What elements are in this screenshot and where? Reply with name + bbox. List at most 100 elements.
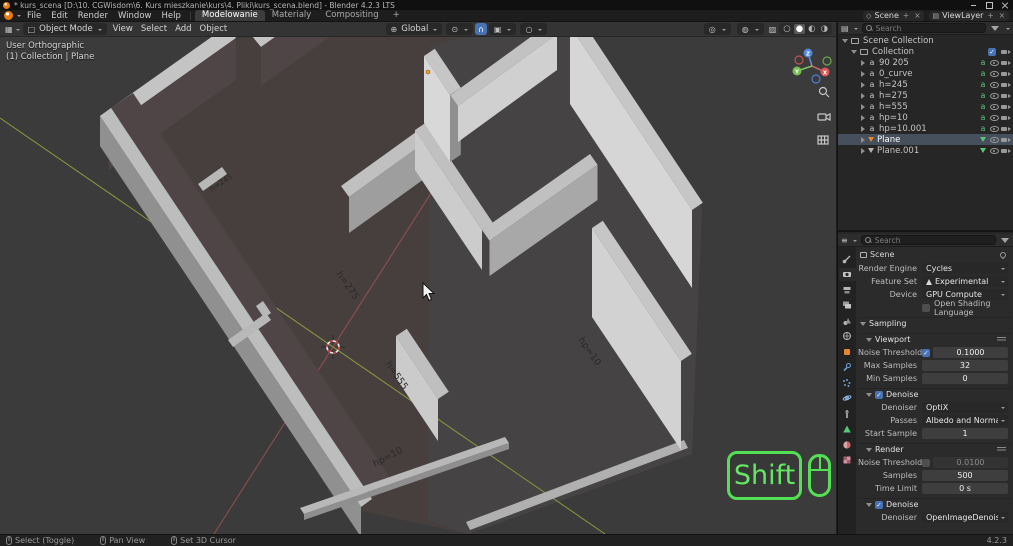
outliner-item-row[interactable]: hp=10 (838, 112, 1013, 123)
camera-render-icon[interactable] (1000, 136, 1011, 144)
tab-view-layer[interactable] (839, 299, 856, 312)
collection-label[interactable]: Collection (872, 47, 988, 57)
camera-render-icon[interactable] (1000, 147, 1011, 155)
object-name[interactable]: 90 205 (879, 58, 977, 68)
menu-window[interactable]: Window (113, 11, 157, 21)
properties-search-input[interactable]: Search (860, 235, 996, 245)
scene-collection-label[interactable]: Scene Collection (863, 36, 1011, 46)
render-noise-threshold-field[interactable]: 0.0100 (933, 457, 1008, 468)
blender-menu-icon[interactable] (4, 11, 13, 20)
object-menu[interactable]: Object (196, 24, 232, 34)
expand-arrow-icon[interactable] (861, 81, 865, 88)
max-samples-field[interactable]: 32 (922, 360, 1008, 371)
outliner-item-row[interactable]: 90 205 (838, 57, 1013, 68)
outliner-item-row[interactable]: h=555 (838, 101, 1013, 112)
viewport-denoise-checkbox[interactable] (875, 390, 883, 399)
menu-render[interactable]: Render (73, 11, 113, 21)
outliner-item-row-active[interactable]: Plane (838, 134, 1013, 145)
outliner-item-row[interactable]: hp=10.001 (838, 123, 1013, 134)
viewport-denoise-header[interactable]: Denoise (858, 388, 1011, 400)
properties-editor-icon[interactable]: ≡ (841, 236, 848, 245)
gizmo-neg-z[interactable] (811, 74, 821, 84)
camera-render-icon[interactable] (1000, 81, 1011, 89)
outliner-item-row[interactable]: h=275 (838, 90, 1013, 101)
tab-material[interactable] (839, 438, 856, 451)
unlink-scene-button[interactable]: × (913, 11, 921, 20)
tab-modifiers[interactable] (839, 361, 856, 374)
collapse-arrow-icon[interactable] (842, 38, 848, 43)
expand-arrow-icon[interactable] (861, 136, 865, 143)
collapse-arrow-icon[interactable] (851, 49, 857, 54)
tab-physics[interactable] (839, 392, 856, 405)
outliner-row-collection[interactable]: Collection (838, 46, 1013, 57)
camera-render-icon[interactable] (1000, 59, 1011, 67)
expand-arrow-icon[interactable] (861, 125, 865, 132)
visibility-dropdown[interactable]: ◎ (703, 23, 731, 35)
outliner-editor-icon[interactable]: ▤ (841, 24, 849, 33)
denoiser-dropdown[interactable]: OptiX (922, 402, 1008, 413)
feature-set-dropdown[interactable]: Experimental (922, 276, 1008, 287)
object-name[interactable]: Plane (877, 135, 977, 145)
xray-toggle-icon[interactable]: ▨ (768, 25, 778, 34)
app-menu-caret-icon[interactable] (17, 15, 21, 19)
hide-eye-icon[interactable] (989, 81, 1000, 89)
menu-edit[interactable]: Edit (46, 11, 72, 21)
minimize-button[interactable] (965, 0, 981, 10)
pivot-point-dropdown[interactable]: ⊙ (446, 23, 474, 35)
viewport-3d[interactable]: h=245 h=275 h=555 hp=10 hp=10 X Y Z ▦ □ … (0, 22, 836, 534)
noise-threshold-field[interactable]: 0.1000 (933, 347, 1008, 358)
object-name[interactable]: h=555 (879, 102, 977, 112)
tab-texture[interactable] (839, 454, 856, 467)
hide-eye-icon[interactable] (989, 70, 1000, 78)
hide-eye-icon[interactable] (989, 114, 1000, 122)
expand-arrow-icon[interactable] (861, 70, 865, 77)
tab-object[interactable] (839, 345, 856, 358)
tab-world[interactable] (839, 330, 856, 343)
view-layer-selector[interactable]: ▤ ViewLayer + × (929, 10, 1009, 21)
object-name[interactable]: hp=10 (879, 113, 977, 123)
noise-threshold-checkbox[interactable] (922, 348, 930, 357)
shading-material-icon[interactable]: ◐ (806, 24, 817, 34)
tab-object-data[interactable] (839, 423, 856, 436)
viewport-canvas[interactable]: h=245 h=275 h=555 hp=10 hp=10 X Y Z (0, 22, 836, 534)
outliner-editor-caret-icon[interactable] (853, 27, 858, 32)
tab-output[interactable] (839, 283, 856, 296)
shading-rendered-icon[interactable]: ◑ (819, 24, 830, 34)
gizmo-neg-y[interactable] (822, 56, 832, 66)
snap-toggle[interactable]: ∩ (475, 23, 487, 35)
workspace-tab-materialy[interactable]: Materialy (265, 10, 319, 21)
expand-arrow-icon[interactable] (861, 59, 865, 66)
outliner-item-row[interactable]: Plane.001 (838, 145, 1013, 156)
view-menu[interactable]: View (109, 24, 137, 34)
add-workspace-button[interactable]: + (386, 10, 407, 21)
object-name[interactable]: Plane.001 (877, 146, 977, 156)
add-menu[interactable]: Add (171, 24, 195, 34)
osl-checkbox[interactable] (922, 303, 930, 312)
expand-arrow-icon[interactable] (861, 92, 865, 99)
outliner-item-row[interactable]: 0_curve (838, 68, 1013, 79)
select-menu[interactable]: Select (137, 24, 171, 34)
outliner-row-scene-collection[interactable]: Scene Collection (838, 35, 1013, 46)
tab-constraints[interactable] (839, 407, 856, 420)
editor-type-icon[interactable]: ▦ (4, 25, 14, 34)
device-dropdown[interactable]: GPU Compute (922, 289, 1008, 300)
camera-render-icon[interactable] (1000, 92, 1011, 100)
filter-icon[interactable] (991, 25, 999, 31)
camera-render-icon[interactable] (1000, 103, 1011, 111)
camera-render-icon[interactable] (1000, 114, 1011, 122)
sampling-panel-header[interactable]: Sampling (858, 317, 1011, 329)
render-noise-threshold-checkbox[interactable] (922, 458, 930, 467)
panel-options-icon[interactable] (997, 447, 1006, 452)
render-denoise-checkbox[interactable] (875, 500, 883, 509)
tab-scene[interactable] (839, 314, 856, 327)
samples-field[interactable]: 500 (922, 470, 1008, 481)
start-sample-field[interactable]: 1 (922, 428, 1008, 439)
scene-selector[interactable]: ◇ Scene + × (863, 10, 925, 21)
render-denoise-header[interactable]: Denoise (858, 498, 1011, 510)
object-name[interactable]: hp=10.001 (879, 124, 977, 134)
overlays-dropdown[interactable]: ◍ (736, 23, 764, 35)
camera-render-icon[interactable] (1000, 125, 1011, 133)
new-view-layer-button[interactable]: + (986, 11, 994, 20)
hide-eye-icon[interactable] (989, 147, 1000, 155)
gizmo-neg-x[interactable] (794, 55, 804, 65)
